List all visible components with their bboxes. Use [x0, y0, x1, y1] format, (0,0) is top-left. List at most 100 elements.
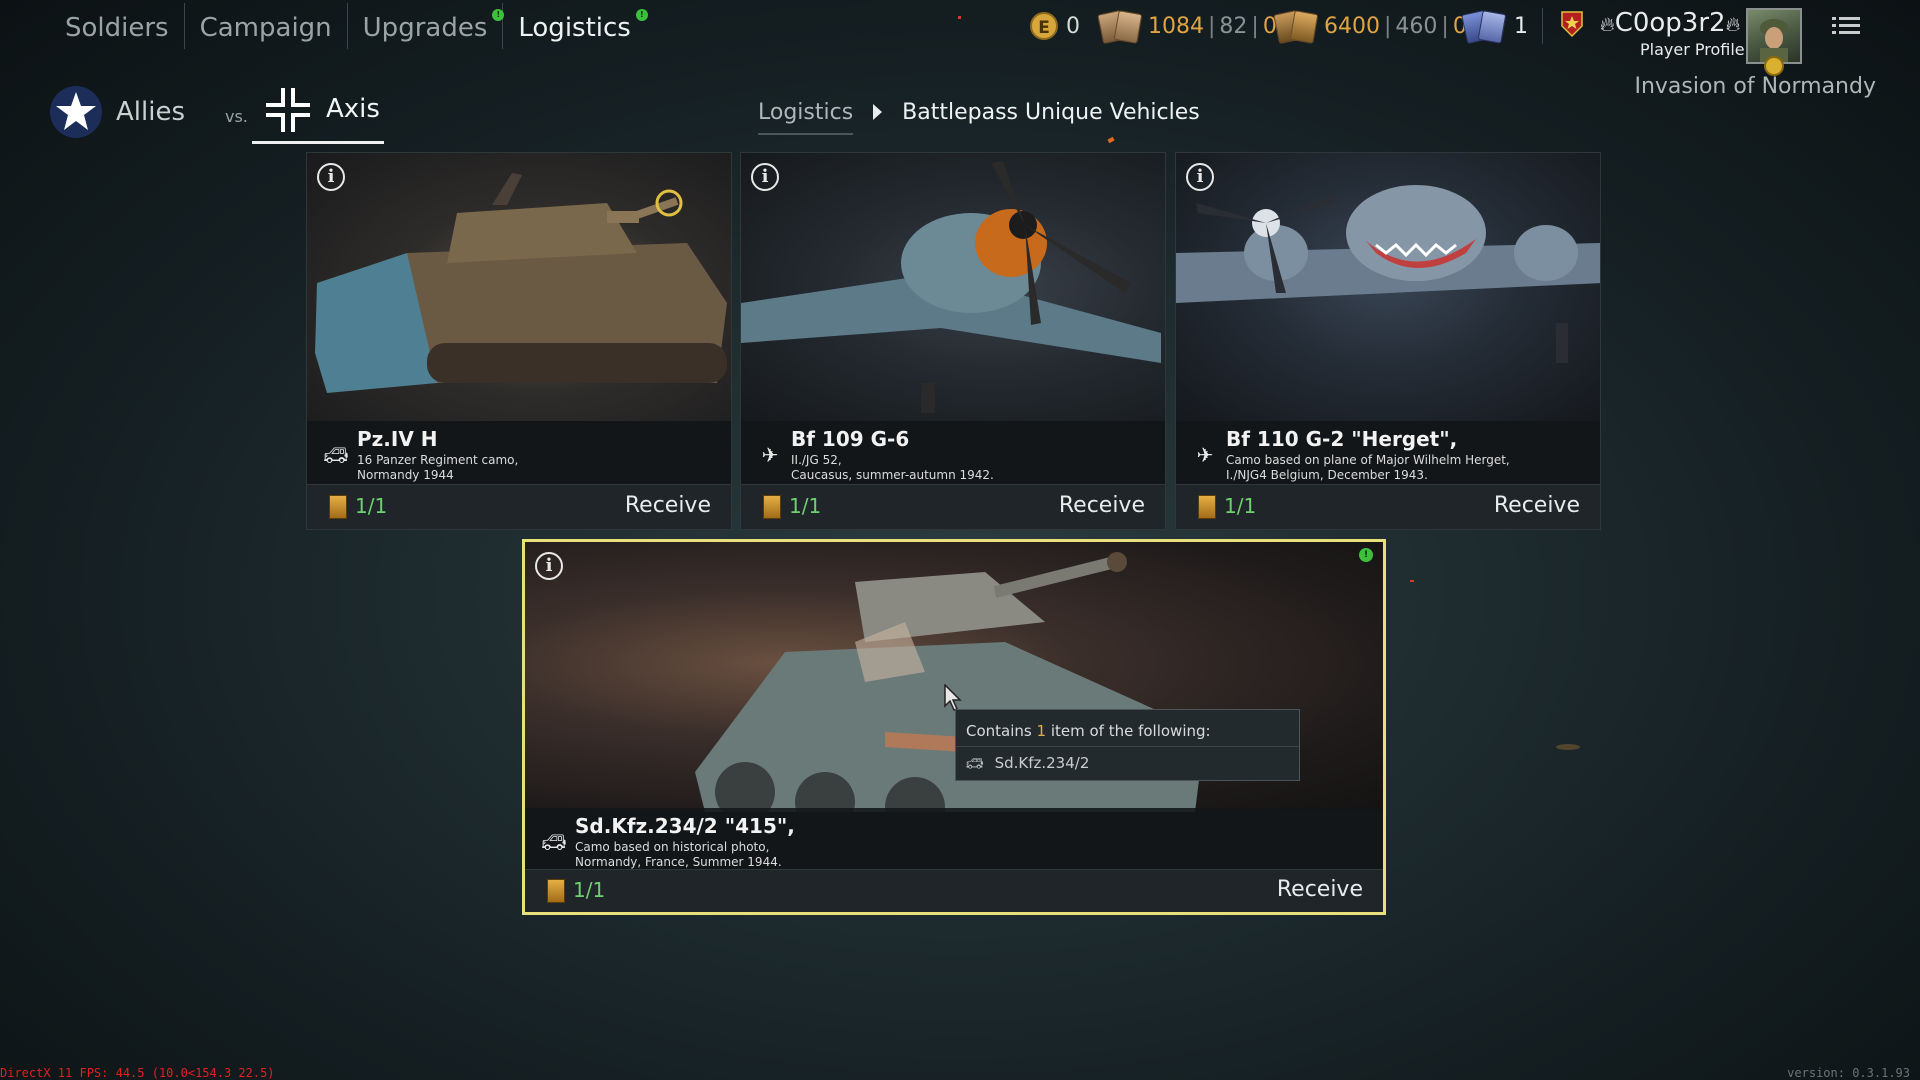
vehicle-image — [307, 153, 731, 421]
gold-cards-icon — [1273, 9, 1319, 45]
receive-button[interactable]: Receive — [1494, 493, 1580, 518]
gold-cards-count: 6400 — [1324, 13, 1380, 39]
tab-upgrades[interactable]: Upgrades! — [348, 3, 505, 49]
ticket-icon — [329, 495, 347, 519]
blue-cards-balance[interactable]: 1 — [1461, 8, 1528, 45]
player-profile-label[interactable]: Player Profile — [1640, 40, 1745, 59]
fighter-plane-icon: ✈ — [1196, 443, 1214, 467]
e-coin-count: 0 — [1066, 13, 1080, 39]
vehicle-description: Camo based on plane of Major Wilhelm Her… — [1226, 453, 1510, 482]
breadcrumb-current: Battlepass Unique Vehicles — [902, 99, 1200, 125]
receive-button[interactable]: Receive — [1277, 877, 1363, 902]
ticket-icon — [1198, 495, 1216, 519]
breadcrumb-logistics[interactable]: Logistics — [758, 100, 854, 135]
silver-cards-icon — [1097, 9, 1143, 45]
ticket-icon — [763, 495, 781, 519]
notification-dot: ! — [635, 9, 648, 21]
version-label: version: 0.3.1.93 — [1787, 1066, 1910, 1080]
tab-label: Logistics — [518, 13, 631, 43]
spark-decoration — [1410, 580, 1414, 582]
info-icon[interactable]: i — [317, 163, 345, 191]
vehicle-title: Bf 109 G-6 — [791, 427, 910, 451]
vehicle-card-bf110[interactable]: i ✈ Bf 110 G-2 "Herget", Camo based on p… — [1175, 152, 1601, 530]
tooltip-item: 🚙︎ Sd.Kfz.234/2 — [966, 754, 1089, 772]
tab-label: Campaign — [199, 13, 332, 43]
vehicle-caption: ✈ Bf 110 G-2 "Herget", Camo based on pla… — [1176, 421, 1600, 485]
active-underline — [252, 141, 384, 144]
e-coin-icon: E — [1030, 12, 1058, 40]
breadcrumb: Logistics Battlepass Unique Vehicles — [758, 92, 1200, 135]
allies-label[interactable]: Allies — [116, 97, 185, 127]
vs-label: vs. — [225, 106, 248, 126]
chevron-right-icon — [873, 104, 883, 120]
vehicle-caption: ✈ Bf 109 G-6 II./JG 52, Caucasus, summer… — [741, 421, 1165, 485]
tab-logistics[interactable]: Logistics! — [503, 3, 648, 49]
tab-campaign[interactable]: Campaign — [185, 3, 347, 49]
info-icon[interactable]: i — [535, 552, 563, 580]
info-icon[interactable]: i — [1186, 163, 1214, 191]
vehicle-image — [741, 153, 1165, 421]
item-count: 1/1 — [573, 878, 606, 902]
tab-label: Soldiers — [65, 13, 169, 43]
vehicle-caption: 🚙︎ Sd.Kfz.234/2 "415", Camo based on his… — [525, 808, 1383, 872]
gold-cards-balance[interactable]: 6400 | 460 | 0 — [1273, 8, 1467, 45]
vehicle-title: Pz.IV H — [357, 427, 438, 451]
e-coin-balance[interactable]: E 0 — [1030, 8, 1080, 44]
silver-cards-balance[interactable]: 1084 | 82 | 0 — [1097, 8, 1277, 45]
tooltip-item-name: Sd.Kfz.234/2 — [994, 754, 1090, 772]
silver-cards-count: 1084 — [1148, 13, 1204, 39]
blue-cards-count: 1 — [1514, 13, 1528, 39]
item-count: 1/1 — [355, 494, 388, 518]
fighter-plane-icon: ✈ — [761, 443, 779, 467]
vehicle-image — [1176, 153, 1600, 421]
silver-cards-sub: 82 — [1219, 13, 1248, 39]
vehicle-card-pz4h[interactable]: i 🚙︎ Pz.IV H 16 Panzer Regiment camo, No… — [306, 152, 732, 530]
receive-button[interactable]: Receive — [625, 493, 711, 518]
flame-icon: 🔥︎ — [1725, 12, 1741, 36]
tab-soldiers[interactable]: Soldiers — [50, 3, 184, 49]
item-count: 1/1 — [1224, 494, 1257, 518]
blue-cards-icon — [1461, 9, 1507, 45]
card-footer: 1/1 Receive — [307, 484, 731, 529]
player-name-text: C0op3r2 — [1614, 8, 1726, 38]
spark-decoration — [1556, 744, 1580, 750]
menu-icon[interactable] — [1832, 14, 1860, 38]
vehicle-title: Bf 110 G-2 "Herget", — [1226, 427, 1458, 451]
new-notification-dot: ! — [1359, 548, 1373, 562]
axis-side-button[interactable]: Axis — [252, 80, 384, 144]
divider — [1542, 8, 1543, 44]
tank-icon: 🚙︎ — [541, 830, 567, 854]
campaign-label[interactable]: Invasion of Normandy — [1634, 74, 1876, 99]
rank-badge-icon[interactable] — [1558, 10, 1586, 38]
spark-decoration — [1107, 136, 1115, 144]
axis-cross-icon — [262, 84, 314, 136]
side-selector: Allies vs. — [50, 80, 248, 144]
tooltip-amount: 1 — [1036, 722, 1047, 740]
card-footer: 1/1 Receive — [1176, 484, 1600, 529]
fps-counter: DirectX 11 FPS: 44.5 (10.0<154.3 22.5) — [0, 1066, 275, 1080]
allies-star-icon[interactable] — [50, 86, 102, 138]
receive-button[interactable]: Receive — [1059, 493, 1145, 518]
gold-cards-sub: 460 — [1395, 13, 1438, 39]
vehicle-caption: 🚙︎ Pz.IV H 16 Panzer Regiment camo, Norm… — [307, 421, 731, 485]
spark-decoration — [958, 16, 961, 19]
item-count: 1/1 — [789, 494, 822, 518]
vehicle-description: Camo based on historical photo, Normandy… — [575, 840, 782, 869]
tooltip-prefix: Contains — [966, 722, 1037, 740]
axis-label: Axis — [326, 94, 380, 124]
info-icon[interactable]: i — [751, 163, 779, 191]
card-footer: 1/1 Receive — [741, 484, 1165, 529]
card-footer: 1/1 Receive — [525, 869, 1383, 912]
flame-icon: 🔥︎ — [1600, 12, 1615, 36]
mouse-cursor-icon — [944, 683, 964, 712]
vehicle-description: 16 Panzer Regiment camo, Normandy 1944 — [357, 453, 519, 482]
vehicle-card-bf109[interactable]: i ✈ Bf 109 G-6 II./JG 52, Caucasus, summ… — [740, 152, 1166, 530]
vehicle-description: II./JG 52, Caucasus, summer-autumn 1942. — [791, 453, 994, 482]
vehicle-title: Sd.Kfz.234/2 "415", — [575, 814, 795, 838]
level-badge-icon — [1764, 56, 1784, 76]
main-nav: Soldiers Campaign Upgrades! Logistics! — [50, 0, 648, 52]
contents-tooltip: Contains 1 item of the following: 🚙︎ Sd.… — [955, 709, 1300, 781]
tooltip-suffix: item of the following: — [1046, 722, 1211, 740]
player-name[interactable]: 🔥︎C0op3r2🔥︎ — [1600, 8, 1740, 38]
tab-label: Upgrades — [362, 13, 488, 43]
